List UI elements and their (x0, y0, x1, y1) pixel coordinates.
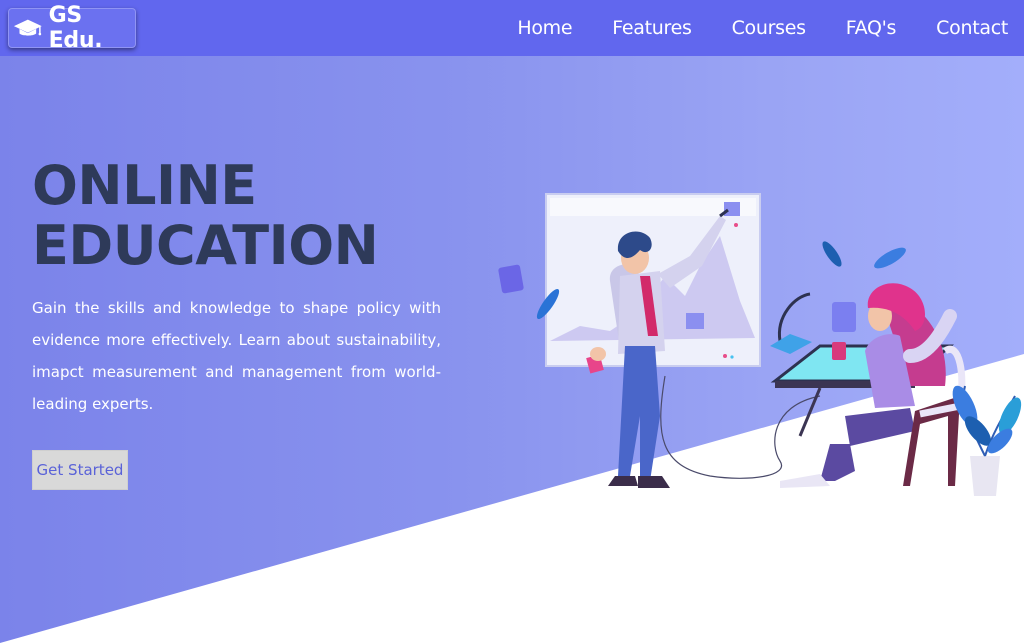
chat-bubble-icon (498, 264, 524, 294)
graduation-cap-icon (13, 19, 42, 36)
brand-name: GS Edu. (48, 3, 103, 53)
nav-links: Home Features Courses FAQ's Contact (477, 0, 1008, 56)
cable (660, 375, 821, 479)
hero-title-line1: ONLINE (32, 154, 257, 217)
hero-title: ONLINE EDUCATION (32, 156, 452, 276)
leaf-decoration (822, 241, 842, 267)
chat-bubble-icon (832, 342, 846, 360)
potted-plant (952, 385, 1022, 496)
hero-section: ONLINE EDUCATION Gain the skills and kno… (0, 56, 1024, 643)
get-started-button[interactable]: Get Started (32, 450, 128, 490)
hero-title-line2: EDUCATION (32, 214, 379, 277)
nav-link-home[interactable]: Home (517, 17, 572, 39)
chat-bubble-icon (832, 302, 856, 332)
brand-logo[interactable]: GS Edu. (8, 3, 136, 53)
nav-link-contact[interactable]: Contact (936, 17, 1008, 39)
nav-link-courses[interactable]: Courses (732, 17, 806, 39)
education-illustration (498, 193, 1022, 496)
leaf-decoration (874, 247, 906, 269)
nav-link-features[interactable]: Features (612, 17, 692, 39)
hero-description: Gain the skills and knowledge to shape p… (32, 299, 441, 413)
nav-link-faqs[interactable]: FAQ's (846, 17, 897, 39)
navbar: GS Edu. Home Features Courses FAQ's Cont… (0, 0, 1024, 56)
